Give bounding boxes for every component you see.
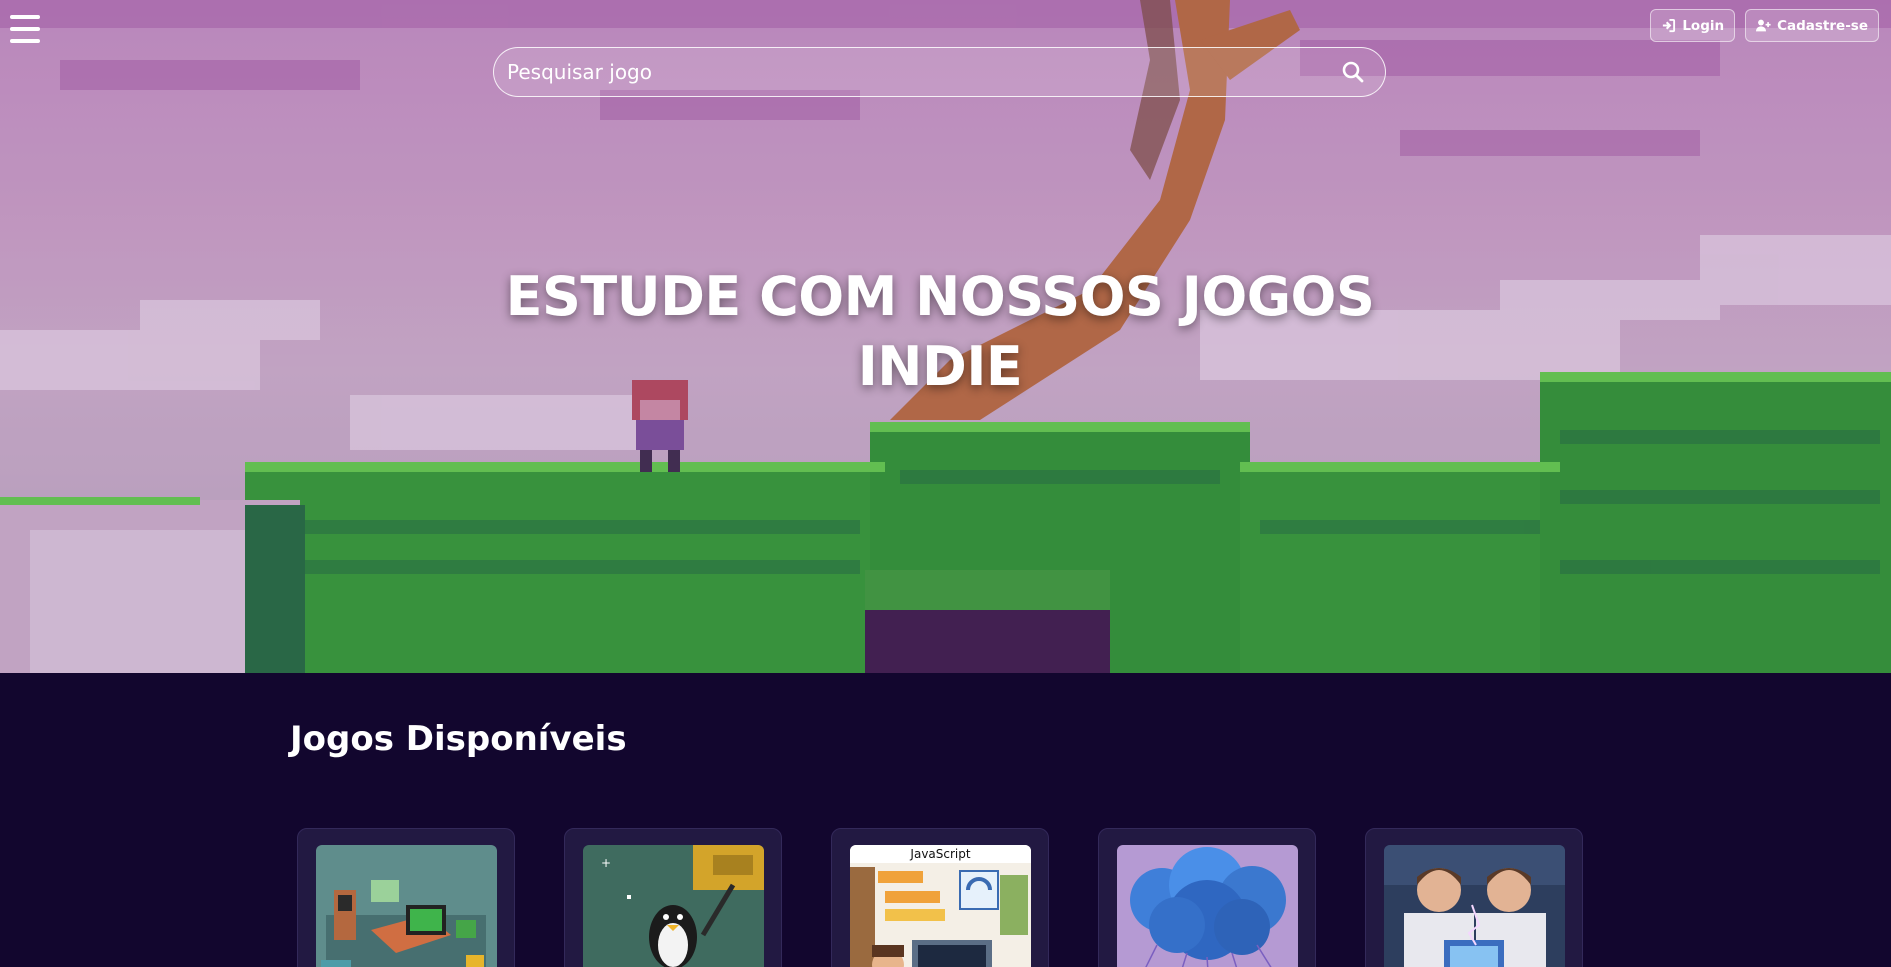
hero-title: ESTUDE COM NOSSOS JOGOS INDIE	[0, 262, 1880, 402]
games-section-title: Jogos Disponíveis	[290, 719, 627, 759]
signup-label: Cadastre-se	[1777, 17, 1868, 34]
scientists-circuit-board-thumbnail	[1384, 845, 1565, 967]
user-plus-icon	[1756, 19, 1771, 32]
game-card[interactable]	[297, 828, 515, 967]
login-label: Login	[1682, 17, 1725, 34]
game-card-list: + JavaScript	[297, 828, 1583, 967]
game-card[interactable]	[1098, 828, 1316, 967]
javascript-thumbnail-caption: JavaScript	[909, 847, 970, 861]
hero-title-line-2: INDIE	[857, 335, 1023, 398]
signup-button[interactable]: Cadastre-se	[1745, 9, 1879, 42]
hero-title-line-1: ESTUDE COM NOSSOS JOGOS	[505, 265, 1375, 328]
login-button[interactable]: Login	[1650, 9, 1736, 42]
search-icon[interactable]	[1341, 60, 1365, 84]
hero-banner: Login Cadastre-se ESTUDE COM NOSSOS JOGO…	[0, 0, 1891, 673]
game-card[interactable]	[1365, 828, 1583, 967]
blue-cloud-network-thumbnail	[1117, 845, 1298, 967]
auth-buttons: Login Cadastre-se	[1650, 9, 1879, 42]
search-input[interactable]	[507, 60, 1341, 84]
javascript-coding-thumbnail: JavaScript	[850, 845, 1031, 967]
pixel-computer-room-thumbnail	[316, 845, 497, 967]
sign-in-icon	[1663, 18, 1676, 33]
svg-text:+: +	[601, 856, 611, 870]
search-bar	[493, 47, 1386, 97]
game-card[interactable]: +	[564, 828, 782, 967]
pixel-penguin-platformer-thumbnail: +	[583, 845, 764, 967]
hamburger-menu-icon[interactable]	[10, 15, 40, 43]
game-card[interactable]: JavaScript	[831, 828, 1049, 967]
